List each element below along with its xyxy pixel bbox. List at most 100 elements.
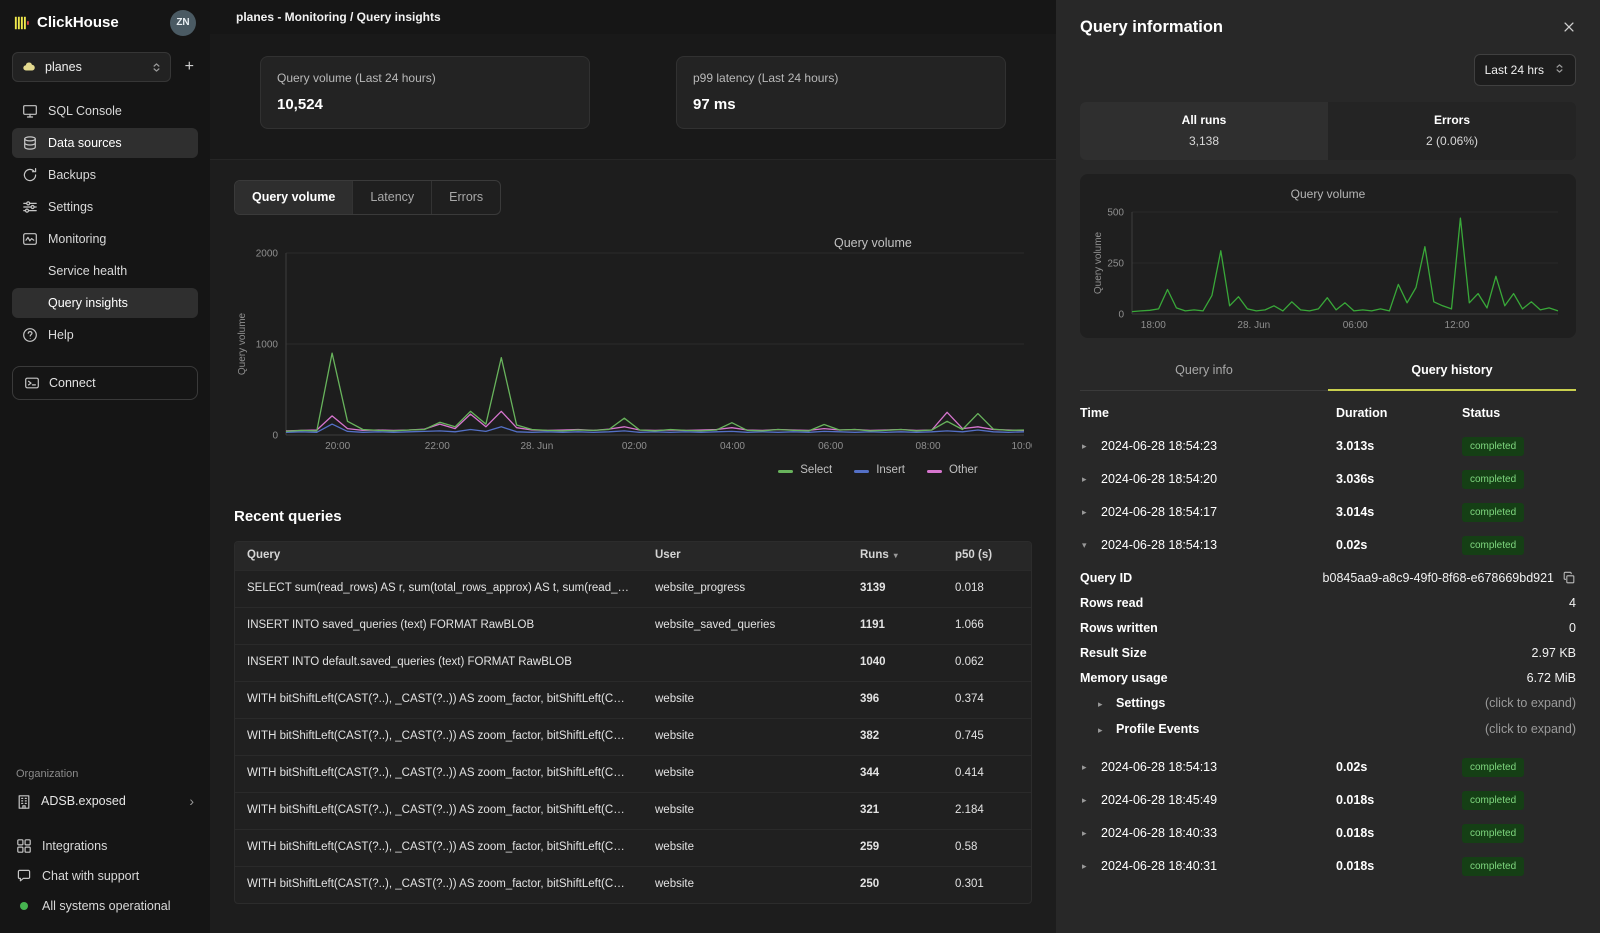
history-time: 2024-06-28 18:54:20 — [1101, 471, 1217, 488]
sidebar-item[interactable]: Backups — [12, 160, 198, 190]
time-range-select[interactable]: Last 24 hrs — [1474, 54, 1576, 86]
detail-row: Query ID b0845aa9-a8c9-49f0-8f68-e678669… — [1080, 566, 1576, 591]
query-volume-chart: 01000200020:0022:0028. Jun02:0004:0006:0… — [234, 229, 1032, 461]
column-user: User — [643, 548, 848, 564]
panel-title: Query information — [1080, 16, 1223, 38]
query-row[interactable]: WITH bitShiftLeft(CAST(?..), _CAST(?..))… — [235, 829, 1031, 866]
chart-tab[interactable]: Errors — [432, 181, 500, 214]
service-selector[interactable]: planes — [12, 52, 171, 82]
expand-chevron-icon[interactable] — [1082, 539, 1091, 551]
history-time: 2024-06-28 18:54:17 — [1101, 504, 1217, 521]
close-icon[interactable] — [1562, 20, 1576, 34]
history-row[interactable]: 2024-06-28 18:54:13 0.02s completed — [1080, 529, 1576, 562]
chevron-updown-icon — [1554, 62, 1565, 78]
organization-row[interactable]: ADSB.exposed — [12, 792, 198, 811]
footer-item[interactable]: Chat with support — [12, 863, 198, 889]
legend-label: Other — [949, 463, 978, 479]
query-text: WITH bitShiftLeft(CAST(?..), _CAST(?..))… — [235, 692, 643, 708]
stat-card: Query volume (Last 24 hours) 10,524 — [260, 56, 590, 129]
query-runs: 3139 — [848, 581, 943, 597]
legend-item[interactable]: Other — [927, 463, 978, 479]
query-row[interactable]: INSERT INTO saved_queries (text) FORMAT … — [235, 607, 1031, 644]
history-row[interactable]: 2024-06-28 18:54:17 3.014s completed — [1080, 496, 1576, 529]
expandable-label: Settings — [1116, 695, 1165, 712]
sidebar-item[interactable]: Data sources — [12, 128, 198, 158]
sidebar-item[interactable]: Service health — [12, 256, 198, 286]
query-row[interactable]: WITH bitShiftLeft(CAST(?..), _CAST(?..))… — [235, 866, 1031, 903]
footer-item[interactable]: Integrations — [12, 833, 198, 859]
history-time: 2024-06-28 18:45:49 — [1101, 792, 1217, 809]
sidebar-item-label: Data sources — [48, 135, 122, 152]
history-row[interactable]: 2024-06-28 18:54:20 3.036s completed — [1080, 463, 1576, 496]
query-row[interactable]: INSERT INTO default.saved_queries (text)… — [235, 644, 1031, 681]
clickhouse-home-link[interactable]: ClickHouse — [14, 13, 119, 33]
chart-tab[interactable]: Query volume — [235, 181, 353, 214]
expandable-label: Profile Events — [1116, 721, 1199, 738]
query-info-tab[interactable]: Query info — [1080, 352, 1328, 391]
stat-tab[interactable]: All runs 3,138 — [1080, 102, 1328, 159]
legend-item[interactable]: Insert — [854, 463, 905, 479]
sidebar-item[interactable]: Monitoring — [12, 224, 198, 254]
add-service-button[interactable]: + — [181, 56, 198, 78]
query-p50: 0.301 — [943, 877, 1031, 893]
query-p50: 0.414 — [943, 766, 1031, 782]
sidebar-item[interactable]: Query insights — [12, 288, 198, 318]
query-runs: 321 — [848, 803, 943, 819]
query-text: INSERT INTO saved_queries (text) FORMAT … — [235, 618, 643, 634]
expandable-section[interactable]: Profile Events (click to expand) — [1080, 717, 1576, 743]
history-row[interactable]: 2024-06-28 18:54:23 3.013s completed — [1080, 430, 1576, 463]
avatar[interactable]: ZN — [170, 10, 196, 36]
query-text: WITH bitShiftLeft(CAST(?..), _CAST(?..))… — [235, 877, 643, 893]
sidebar-item[interactable]: Settings — [12, 192, 198, 222]
time-range-value: Last 24 hrs — [1485, 62, 1544, 78]
query-user: website — [643, 803, 848, 819]
expand-chevron-icon[interactable] — [1082, 794, 1091, 806]
expand-chevron-icon[interactable] — [1082, 440, 1091, 452]
copy-icon[interactable] — [1562, 571, 1576, 585]
legend-item[interactable]: Select — [778, 463, 832, 479]
query-row[interactable]: WITH bitShiftLeft(CAST(?..), _CAST(?..))… — [235, 718, 1031, 755]
expandable-section[interactable]: Settings (click to expand) — [1080, 691, 1576, 717]
expand-chevron-icon[interactable] — [1082, 827, 1091, 839]
column-runs[interactable]: Runs — [848, 548, 943, 564]
expand-chevron-icon[interactable] — [1082, 860, 1091, 872]
query-row[interactable]: SELECT sum(read_rows) AS r, sum(total_ro… — [235, 570, 1031, 607]
query-p50: 0.018 — [943, 581, 1031, 597]
query-row[interactable]: WITH bitShiftLeft(CAST(?..), _CAST(?..))… — [235, 681, 1031, 718]
footer-item[interactable]: All systems operational — [12, 893, 198, 919]
detail-value: 6.72 MiB — [1230, 670, 1576, 687]
expand-chevron-icon[interactable] — [1082, 761, 1091, 773]
main-content: Query volume Latency Errors Query volume… — [210, 160, 1056, 904]
monitoring-icon — [22, 231, 38, 247]
history-row[interactable]: 2024-06-28 18:40:33 0.018s completed — [1080, 817, 1576, 850]
sidebar-item[interactable]: SQL Console — [12, 96, 198, 126]
recent-queries-section: Recent queries Query User Runs p50 (s) S… — [234, 507, 1032, 904]
history-row[interactable]: 2024-06-28 18:54:13 0.02s completed — [1080, 751, 1576, 784]
column-duration: Duration — [1336, 405, 1462, 422]
breadcrumb-bar: planes - Monitoring / Query insights — [210, 0, 1056, 34]
query-info-tab[interactable]: Query history — [1328, 352, 1576, 391]
svg-text:1000: 1000 — [256, 340, 279, 351]
expand-chevron-icon[interactable] — [1082, 473, 1091, 485]
history-row[interactable]: 2024-06-28 18:40:31 0.018s completed — [1080, 850, 1576, 883]
history-row[interactable]: 2024-06-28 18:45:49 0.018s completed — [1080, 784, 1576, 817]
query-user: website_progress — [643, 581, 848, 597]
column-time: Time — [1080, 405, 1336, 422]
query-text: WITH bitShiftLeft(CAST(?..), _CAST(?..))… — [235, 729, 643, 745]
data-sources-icon — [22, 135, 38, 151]
query-row[interactable]: WITH bitShiftLeft(CAST(?..), _CAST(?..))… — [235, 755, 1031, 792]
svg-text:Query volume: Query volume — [1093, 231, 1104, 294]
sidebar-item[interactable]: Help — [12, 320, 198, 350]
query-row[interactable]: WITH bitShiftLeft(CAST(?..), _CAST(?..))… — [235, 792, 1031, 829]
recent-queries-rows: SELECT sum(read_rows) AS r, sum(total_ro… — [235, 570, 1031, 903]
query-p50: 0.58 — [943, 840, 1031, 856]
svg-text:22:00: 22:00 — [425, 441, 450, 452]
connect-button[interactable]: Connect — [12, 366, 198, 400]
chart-tab[interactable]: Latency — [353, 181, 432, 214]
recent-queries-header: Query User Runs p50 (s) — [235, 542, 1031, 570]
organization-name: ADSB.exposed — [41, 793, 126, 810]
stat-tab[interactable]: Errors 2 (0.06%) — [1328, 102, 1576, 159]
legend-label: Insert — [876, 463, 905, 479]
status-dot-icon — [16, 898, 32, 914]
expand-chevron-icon[interactable] — [1082, 506, 1091, 518]
